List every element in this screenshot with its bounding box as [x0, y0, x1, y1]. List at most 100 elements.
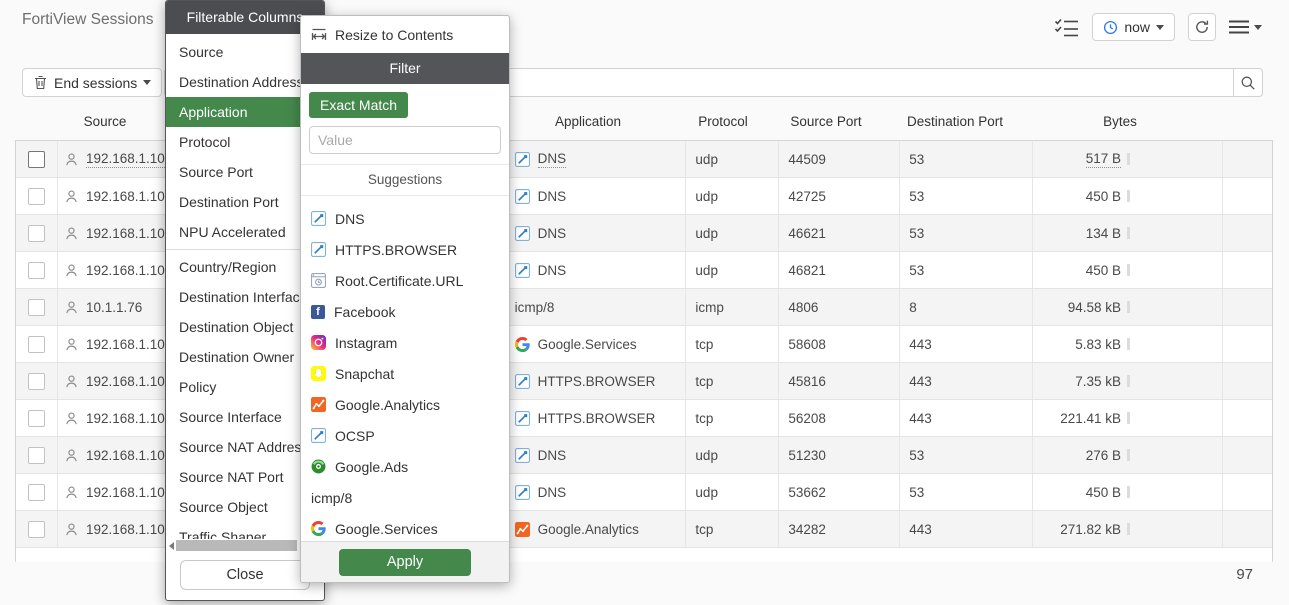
google-icon	[515, 337, 530, 352]
clock-icon	[1103, 20, 1118, 35]
suggestion-instagram[interactable]: Instagram	[301, 327, 509, 358]
suggestion-label: Google.Analytics	[335, 397, 440, 413]
row-checkbox[interactable]	[28, 447, 45, 464]
destination-port: 8	[909, 300, 917, 315]
search-icon	[1240, 75, 1256, 91]
application-name: DNS	[538, 263, 567, 278]
checklist-icon	[1054, 18, 1079, 37]
bytes-value: 94.58 kB	[1068, 300, 1121, 315]
row-checkbox[interactable]	[28, 373, 45, 390]
destination-port: 53	[909, 189, 924, 204]
scroll-left-arrow[interactable]	[169, 542, 174, 550]
scrollbar-thumb[interactable]	[176, 540, 297, 551]
destination-port: 53	[909, 263, 924, 278]
bytes-bar	[1127, 153, 1130, 165]
bytes-value: 271.82 kB	[1060, 522, 1121, 537]
column-settings-button[interactable]	[1054, 18, 1079, 37]
source-port: 45816	[788, 374, 826, 389]
destination-port: 443	[909, 337, 932, 352]
end-sessions-button[interactable]: End sessions	[22, 68, 162, 97]
protocol: udp	[695, 448, 718, 463]
application-icon	[515, 374, 530, 389]
scrollbar-track[interactable]	[176, 540, 314, 551]
suggestion-label: Snapchat	[335, 366, 394, 382]
protocol: udp	[695, 189, 718, 204]
application-name: Google.Services	[538, 337, 637, 352]
suggestion-snapchat[interactable]: Snapchat	[301, 358, 509, 389]
suggestion-google-analytics[interactable]: Google.Analytics	[301, 389, 509, 420]
exact-match-button[interactable]: Exact Match	[309, 92, 408, 118]
suggestion-root-certificate-url[interactable]: Root.Certificate.URL	[301, 265, 509, 296]
application-name: Google.Analytics	[538, 522, 639, 537]
trash-icon	[33, 75, 48, 90]
row-checkbox[interactable]	[28, 410, 45, 427]
application-name: DNS	[538, 485, 567, 500]
suggestion-dns[interactable]: DNS	[301, 203, 509, 234]
suggestions-list: DNS HTTPS.BROWSER Root.Certificate.URL f…	[301, 196, 509, 541]
source-ip: 192.168.1.10	[86, 263, 165, 278]
page-title: FortiView Sessions	[22, 11, 154, 29]
resize-icon	[311, 28, 327, 42]
source-port: 46821	[788, 263, 826, 278]
bytes-value: 7.35 kB	[1075, 374, 1121, 389]
search-button[interactable]	[1233, 68, 1263, 97]
exact-match-row: Exact Match	[301, 84, 509, 122]
row-checkbox[interactable]	[28, 151, 45, 168]
suggestion-facebook[interactable]: f Facebook	[301, 296, 509, 327]
row-checkbox[interactable]	[28, 521, 45, 538]
protocol: udp	[695, 152, 718, 167]
row-checkbox[interactable]	[28, 336, 45, 353]
time-period-button[interactable]: now	[1092, 13, 1175, 41]
user-icon	[64, 263, 79, 278]
destination-port: 53	[909, 448, 924, 463]
suggestion-google-ads[interactable]: Google.Ads	[301, 451, 509, 482]
more-menu-button[interactable]	[1229, 20, 1262, 34]
source-port: 44509	[788, 152, 826, 167]
suggestion-ocsp[interactable]: OCSP	[301, 420, 509, 451]
suggestion-label: Facebook	[334, 304, 395, 320]
user-icon	[64, 300, 79, 315]
destination-port: 443	[909, 522, 932, 537]
facebook-icon: f	[311, 305, 325, 319]
filter-value-input[interactable]	[309, 126, 501, 154]
apply-button[interactable]: Apply	[339, 549, 471, 576]
application-name: icmp/8	[515, 300, 555, 315]
row-checkbox[interactable]	[28, 188, 45, 205]
row-checkbox[interactable]	[28, 262, 45, 279]
bytes-bar	[1127, 412, 1130, 424]
refresh-button[interactable]	[1188, 13, 1216, 41]
chevron-down-icon	[143, 80, 151, 85]
column-header-source[interactable]: Source	[60, 112, 150, 132]
protocol: tcp	[695, 374, 713, 389]
suggestion-google-services[interactable]: Google.Services	[301, 513, 509, 541]
column-header-destination-port[interactable]: Destination Port	[885, 112, 1025, 132]
protocol: udp	[695, 226, 718, 241]
row-checkbox[interactable]	[28, 299, 45, 316]
application-icon	[515, 152, 530, 167]
column-header-protocol[interactable]: Protocol	[673, 112, 773, 132]
suggestion-label: OCSP	[335, 428, 375, 444]
row-checkbox[interactable]	[28, 225, 45, 242]
source-port: 42725	[788, 189, 826, 204]
filter-popup-footer: Apply	[301, 541, 509, 582]
user-icon	[64, 189, 79, 204]
destination-port: 53	[909, 152, 924, 167]
column-header-bytes[interactable]: Bytes	[1060, 112, 1180, 132]
resize-to-contents-item[interactable]: Resize to Contents	[301, 16, 509, 53]
application-icon	[515, 189, 530, 204]
row-checkbox[interactable]	[28, 484, 45, 501]
source-ip: 192.168.1.10	[86, 448, 165, 463]
user-icon	[64, 152, 79, 167]
analytics-icon	[515, 522, 530, 537]
destination-port: 443	[909, 411, 932, 426]
bytes-value: 450 B	[1086, 263, 1121, 278]
value-row	[301, 122, 509, 164]
suggestion-label: DNS	[335, 211, 365, 227]
suggestion-https-browser[interactable]: HTTPS.BROWSER	[301, 234, 509, 265]
total-count: 97	[1236, 566, 1253, 583]
column-header-application[interactable]: Application	[508, 112, 668, 132]
close-button[interactable]: Close	[180, 560, 310, 590]
column-header-source-port[interactable]: Source Port	[766, 112, 886, 132]
suggestion-icmp-8[interactable]: icmp/8	[301, 482, 509, 513]
user-icon	[64, 226, 79, 241]
